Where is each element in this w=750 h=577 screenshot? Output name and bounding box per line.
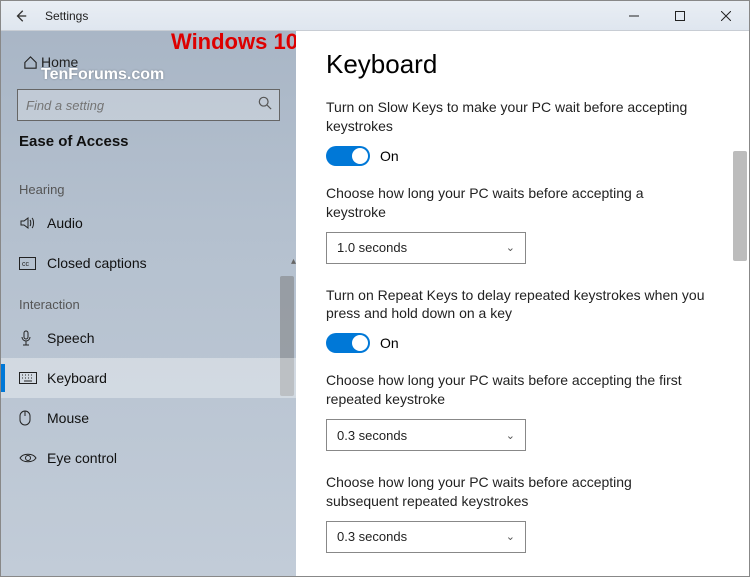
speaker-icon: [19, 215, 47, 231]
repeat-subsequent-select[interactable]: 0.3 seconds ⌄: [326, 521, 526, 553]
slow-keys-delay-label: Choose how long your PC waits before acc…: [326, 184, 706, 222]
sidebar: Windows 10 only TenForums.com Home Ease …: [1, 31, 296, 576]
repeat-first-select[interactable]: 0.3 seconds ⌄: [326, 419, 526, 451]
main-scrollbar[interactable]: [733, 81, 747, 536]
nav-label: Eye control: [47, 450, 117, 466]
nav-audio[interactable]: Audio: [1, 203, 296, 243]
window-controls: [611, 1, 749, 31]
window-body: Windows 10 only TenForums.com Home Ease …: [1, 31, 749, 576]
settings-window: Settings Windows 10 only TenForums.com H…: [0, 0, 750, 577]
arrow-left-icon: [14, 9, 28, 23]
minimize-icon: [629, 11, 639, 21]
nav-label: Mouse: [47, 410, 89, 426]
repeat-subsequent-label: Choose how long your PC waits before acc…: [326, 473, 706, 511]
category-title: Ease of Access: [1, 133, 296, 150]
minimize-button[interactable]: [611, 1, 657, 31]
sidebar-nav: ▴ Hearing Audio cc Closed captions Inter…: [1, 156, 296, 576]
eye-icon: [19, 452, 47, 464]
nav-speech[interactable]: Speech: [1, 318, 296, 358]
slow-keys-description: Turn on Slow Keys to make your PC wait b…: [326, 98, 706, 136]
keyboard-icon: [19, 372, 47, 384]
main-content: Keyboard Turn on Slow Keys to make your …: [296, 31, 749, 576]
mouse-icon: [19, 410, 47, 426]
chevron-down-icon: ⌄: [506, 241, 515, 254]
nav-label: Closed captions: [47, 255, 147, 271]
slow-keys-toggle[interactable]: [326, 146, 370, 166]
chevron-down-icon: ⌄: [506, 429, 515, 442]
repeat-keys-toggle[interactable]: [326, 333, 370, 353]
titlebar: Settings: [1, 1, 749, 31]
nav-label: Speech: [47, 330, 94, 346]
close-button[interactable]: [703, 1, 749, 31]
nav-home-label: Home: [41, 54, 78, 70]
repeat-keys-toggle-row: On: [326, 333, 719, 353]
repeat-first-label: Choose how long your PC waits before acc…: [326, 371, 706, 409]
maximize-icon: [675, 11, 685, 21]
group-hearing: Hearing: [1, 182, 296, 197]
nav-label: Audio: [47, 215, 83, 231]
combo-value: 0.3 seconds: [337, 428, 407, 443]
home-icon: [19, 55, 41, 70]
main-panel: Keyboard Turn on Slow Keys to make your …: [296, 31, 749, 576]
slow-keys-state: On: [380, 148, 399, 164]
search-icon: [258, 96, 272, 110]
mic-icon: [19, 330, 47, 346]
back-button[interactable]: [1, 1, 41, 31]
close-icon: [721, 11, 731, 21]
repeat-keys-state: On: [380, 335, 399, 351]
slow-keys-toggle-row: On: [326, 146, 719, 166]
window-title: Settings: [41, 9, 88, 23]
group-interaction: Interaction: [1, 297, 296, 312]
nav-label: Keyboard: [47, 370, 107, 386]
cc-icon: cc: [19, 257, 47, 270]
nav-mouse[interactable]: Mouse: [1, 398, 296, 438]
nav-home[interactable]: Home: [1, 45, 296, 79]
combo-value: 0.3 seconds: [337, 529, 407, 544]
search-input[interactable]: [17, 89, 280, 121]
combo-value: 1.0 seconds: [337, 240, 407, 255]
page-title: Keyboard: [326, 49, 719, 80]
chevron-down-icon: ⌄: [506, 530, 515, 543]
repeat-keys-description: Turn on Repeat Keys to delay repeated ke…: [326, 286, 706, 324]
nav-keyboard[interactable]: Keyboard: [1, 358, 296, 398]
slow-keys-delay-select[interactable]: 1.0 seconds ⌄: [326, 232, 526, 264]
main-scrollbar-thumb[interactable]: [733, 151, 747, 261]
maximize-button[interactable]: [657, 1, 703, 31]
search-box[interactable]: [17, 89, 280, 121]
svg-text:cc: cc: [22, 261, 30, 268]
nav-closed-captions[interactable]: cc Closed captions: [1, 243, 296, 283]
nav-eye-control[interactable]: Eye control: [1, 438, 296, 478]
